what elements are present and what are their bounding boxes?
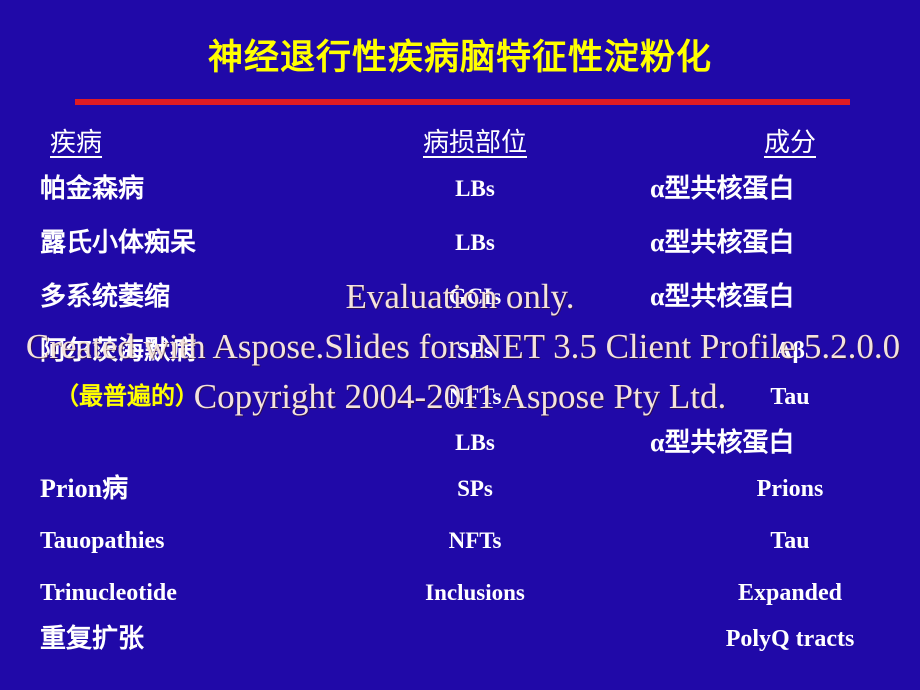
cell-component: α型共核蛋白	[650, 282, 795, 311]
table-row: Trinucleotide Inclusions Expanded	[0, 576, 920, 622]
cell-disease: 阿尔茨海默病	[40, 336, 197, 365]
cell-disease: 露氏小体痴呆	[40, 228, 197, 257]
cell-component: α型共核蛋白	[650, 174, 795, 203]
cell-site: SPs	[457, 476, 493, 501]
column-header-lesion-site: 病损部位	[422, 128, 527, 157]
title-divider	[75, 99, 850, 105]
cell-component: Tau	[770, 384, 810, 410]
table-header-row: 疾病 病损部位 成分	[0, 126, 920, 172]
cell-site: NFTs	[448, 528, 502, 553]
cell-component: α型共核蛋白	[650, 428, 795, 457]
cell-site: Inclusions	[425, 580, 525, 605]
cell-component: Aβ	[775, 338, 805, 364]
cell-disease: 重复扩张	[40, 624, 145, 653]
table-row: Tauopathies NFTs Tau	[0, 524, 920, 576]
cell-site: LBs	[455, 430, 495, 455]
cell-site: SPs	[457, 338, 493, 363]
table-row: Prion病 SPs Prions	[0, 472, 920, 524]
cell-disease: 多系统萎缩	[40, 282, 171, 311]
table-row: LBs α型共核蛋白	[0, 426, 920, 472]
cell-site: GCIs	[448, 284, 502, 309]
cell-component: α型共核蛋白	[650, 228, 795, 257]
table-row: 重复扩张 PolyQ tracts	[0, 622, 920, 668]
cell-site: LBs	[455, 176, 495, 201]
table-row: （最普遍的） NFTs Tau	[0, 380, 920, 426]
cell-site: NFTs	[448, 384, 502, 409]
cell-component: Tau	[770, 528, 810, 554]
cell-disease: Tauopathies	[40, 528, 165, 554]
cell-component: Prions	[756, 476, 824, 502]
column-header-disease: 疾病	[50, 128, 103, 157]
table-row: 露氏小体痴呆 LBs α型共核蛋白	[0, 226, 920, 280]
page-title: 神经退行性疾病脑特征性淀粉化	[207, 38, 712, 77]
table-row: 多系统萎缩 GCIs α型共核蛋白	[0, 280, 920, 334]
disease-table: 疾病 病损部位 成分 帕金森病 LBs α型共核蛋白 露氏小体痴呆 LBs α型…	[0, 126, 920, 668]
table-row: 阿尔茨海默病 SPs Aβ	[0, 334, 920, 380]
cell-disease-note: （最普遍的）	[55, 384, 199, 410]
cell-site: LBs	[455, 230, 495, 255]
cell-disease: 帕金森病	[40, 174, 145, 203]
cell-component: PolyQ tracts	[725, 626, 855, 652]
column-header-component: 成分	[763, 128, 816, 157]
cell-disease: Prion病	[40, 474, 129, 503]
cell-disease: Trinucleotide	[40, 580, 177, 606]
slide-canvas: 神经退行性疾病脑特征性淀粉化 疾病 病损部位 成分 帕金森病 LBs α型共核蛋…	[0, 0, 920, 690]
table-row: 帕金森病 LBs α型共核蛋白	[0, 172, 920, 226]
cell-component: Expanded	[737, 580, 843, 606]
